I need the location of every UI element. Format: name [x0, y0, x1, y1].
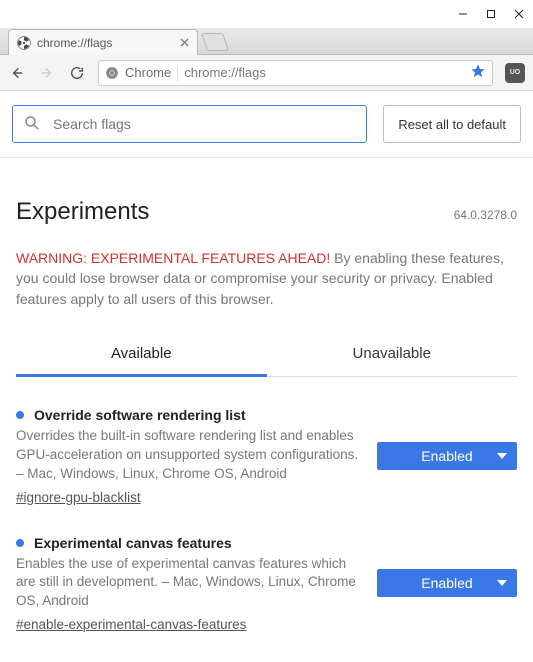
experiment-title: Experimental canvas features: [34, 535, 232, 551]
experiment-row: Experimental canvas features Enables the…: [16, 535, 517, 633]
flags-content: Experiments 64.0.3278.0 WARNING: EXPERIM…: [0, 158, 533, 632]
radioactive-icon: [17, 36, 31, 50]
warning-block: WARNING: EXPERIMENTAL FEATURES AHEAD! By…: [16, 248, 517, 309]
tab-title: chrome://flags: [37, 36, 174, 50]
header-row: Experiments 64.0.3278.0: [16, 158, 517, 226]
search-icon: [23, 114, 41, 135]
extension-ublock-icon[interactable]: UO: [505, 63, 525, 83]
search-input[interactable]: [51, 115, 356, 133]
tab-unavailable[interactable]: Unavailable: [267, 333, 518, 376]
search-wrapper[interactable]: [12, 105, 367, 143]
browser-tab[interactable]: chrome://flags: [8, 29, 198, 55]
warning-label: WARNING: EXPERIMENTAL FEATURES AHEAD!: [16, 250, 330, 266]
chrome-icon: [105, 66, 119, 80]
security-label: Chrome: [125, 65, 171, 80]
omnibox-url: chrome://flags: [184, 65, 464, 80]
tab-available[interactable]: Available: [16, 333, 267, 377]
window-close-button[interactable]: [505, 0, 533, 28]
chrome-version: 64.0.3278.0: [454, 208, 517, 222]
browser-toolbar: Chrome chrome://flags UO: [0, 55, 533, 91]
window-minimize-button[interactable]: [449, 0, 477, 28]
flags-top-bar: Reset all to default: [0, 91, 533, 158]
experiment-hash-link[interactable]: #enable-experimental-canvas-features: [16, 617, 246, 632]
window-titlebar: [0, 0, 533, 28]
omnibox-separator: [177, 65, 178, 81]
experiment-hash-link[interactable]: #ignore-gpu-blacklist: [16, 490, 141, 505]
chevron-down-icon: [497, 448, 507, 464]
tab-close-button[interactable]: [180, 36, 189, 50]
experiment-select[interactable]: Enabled: [377, 569, 517, 597]
experiment-select-value: Enabled: [421, 448, 472, 464]
experiment-row: Override software rendering list Overrid…: [16, 407, 517, 505]
chevron-down-icon: [497, 575, 507, 591]
window-maximize-button[interactable]: [477, 0, 505, 28]
page-title: Experiments: [16, 198, 149, 226]
flags-tabs: Available Unavailable: [16, 333, 517, 377]
status-dot-icon: [16, 539, 24, 547]
nav-reload-button[interactable]: [68, 65, 86, 81]
new-tab-button[interactable]: [201, 33, 229, 51]
omnibox[interactable]: Chrome chrome://flags: [98, 60, 493, 86]
nav-back-button[interactable]: [8, 65, 26, 81]
bookmark-star-icon[interactable]: [470, 63, 486, 82]
experiment-description: Overrides the built-in software renderin…: [16, 427, 361, 484]
nav-forward-button[interactable]: [38, 65, 56, 81]
experiment-title: Override software rendering list: [34, 407, 246, 423]
experiment-select[interactable]: Enabled: [377, 442, 517, 470]
experiment-select-value: Enabled: [421, 575, 472, 591]
extension-badge-label: UO: [510, 69, 521, 76]
status-dot-icon: [16, 411, 24, 419]
experiment-description: Enables the use of experimental canvas f…: [16, 555, 361, 612]
reset-all-button[interactable]: Reset all to default: [383, 105, 521, 143]
tab-strip: chrome://flags: [0, 28, 533, 55]
